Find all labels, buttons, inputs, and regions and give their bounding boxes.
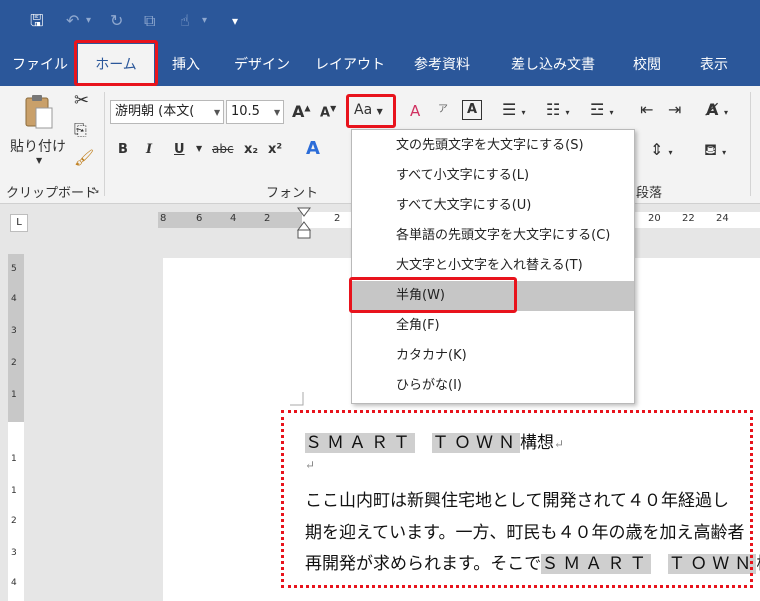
superscript-button[interactable]: x² <box>268 142 282 157</box>
ruler-number: 4 <box>230 213 237 224</box>
ruler-number: 4 <box>11 578 17 588</box>
half-width-highlight <box>349 277 517 313</box>
ruler-number: 1 <box>11 390 17 400</box>
ruler-number: 22 <box>682 213 695 224</box>
menu-item-hiragana[interactable]: ひらがな(I) <box>352 371 634 401</box>
clipboard-launcher-icon[interactable]: ↘ <box>92 186 100 196</box>
vertical-ruler[interactable]: 5 4 3 2 1 1 1 2 3 4 <box>8 254 24 601</box>
home-tab-highlight <box>74 40 158 86</box>
clear-format-icon[interactable]: A <box>410 102 420 120</box>
ruler-number: 2 <box>264 213 271 224</box>
paste-dropdown-icon[interactable]: ▼ <box>36 156 42 165</box>
change-case-highlight <box>346 94 396 128</box>
undo-dropdown-icon[interactable]: ▾ <box>86 10 91 32</box>
tab-layout[interactable]: レイアウト <box>310 44 390 86</box>
tab-design[interactable]: デザイン <box>226 44 298 86</box>
text-effects-icon[interactable]: A <box>306 138 320 159</box>
paste-icon[interactable] <box>20 92 56 132</box>
italic-button[interactable]: I <box>146 142 152 157</box>
multilevel-list-icon[interactable]: ☲ ▾ <box>590 100 613 119</box>
numbering-icon[interactable]: ☷ ▾ <box>546 100 569 119</box>
bullets-icon[interactable]: ☰ ▾ <box>502 100 525 119</box>
selection-highlight-box <box>281 410 753 588</box>
font-name-value: 游明朝 (本文( <box>115 104 195 119</box>
underline-button[interactable]: U <box>174 142 185 157</box>
clipboard-group-label: クリップボード <box>6 186 98 201</box>
ruler-number: 1 <box>11 454 17 464</box>
ruler-number: 3 <box>11 326 17 336</box>
menu-item-katakana[interactable]: カタカナ(K) <box>352 341 634 371</box>
tab-insert[interactable]: 挿入 <box>160 44 212 86</box>
body-text: 構想 <box>756 554 760 574</box>
crop-mark-icon <box>290 392 304 406</box>
ruler-number: 20 <box>648 213 661 224</box>
font-name-dropdown-icon[interactable]: ▼ <box>214 108 220 117</box>
asian-layout-icon[interactable]: A̸ ▾ <box>706 100 728 119</box>
tab-review[interactable]: 校閲 <box>622 44 672 86</box>
underline-dropdown-icon[interactable]: ▼ <box>196 144 202 153</box>
ruler-number: 1 <box>11 486 17 496</box>
ruler-number: 2 <box>11 516 17 526</box>
ruler-number: 24 <box>716 213 729 224</box>
font-name-combo[interactable]: 游明朝 (本文( <box>110 100 224 124</box>
subscript-button[interactable]: x₂ <box>244 142 258 157</box>
cut-icon[interactable]: ✂ <box>74 90 89 111</box>
line-spacing-icon[interactable]: ⇕ ▾ <box>650 140 673 159</box>
shading-icon[interactable]: ⛾ ▾ <box>704 140 726 161</box>
bold-button[interactable]: B <box>118 142 128 157</box>
menu-item-sentence-case[interactable]: 文の先頭文字を大文字にする(S) <box>352 131 634 161</box>
format-painter-icon[interactable]: ⧉ <box>144 10 155 32</box>
tab-view[interactable]: 表示 <box>688 44 740 86</box>
separator <box>104 92 105 196</box>
tab-mailings[interactable]: 差し込み文書 <box>498 44 608 86</box>
font-group-label: フォント <box>266 186 319 201</box>
paste-button[interactable]: 貼り付け <box>10 136 66 156</box>
tab-file[interactable]: ファイル <box>6 44 74 86</box>
paragraph-group-label: 段落 <box>636 186 663 201</box>
undo-icon[interactable]: ↶ <box>66 10 79 32</box>
change-case-menu: 文の先頭文字を大文字にする(S) すべて小文字にする(L) すべて大文字にする(… <box>351 129 635 404</box>
strikethrough-button[interactable]: abc <box>212 142 234 156</box>
ruler-number: 4 <box>11 294 17 304</box>
indent-marker-icon[interactable] <box>297 206 311 240</box>
font-size-dropdown-icon[interactable]: ▼ <box>274 108 280 117</box>
phonetic-guide-icon[interactable]: ア <box>438 100 448 115</box>
ruler-number: 6 <box>196 213 203 224</box>
ruler-number: 2 <box>334 213 341 224</box>
touch-dropdown-icon[interactable]: ▾ <box>202 10 207 32</box>
save-icon[interactable]: 🖫 <box>30 10 44 32</box>
ruler-number: 3 <box>11 548 17 558</box>
increase-indent-icon[interactable]: ⇥ <box>668 100 681 119</box>
menu-item-lowercase[interactable]: すべて小文字にする(L) <box>352 161 634 191</box>
shrink-font-icon[interactable]: A▼ <box>320 104 336 120</box>
separator <box>750 92 751 196</box>
ruler-number: 5 <box>11 264 17 274</box>
menu-item-capitalize-each-word[interactable]: 各単語の先頭文字を大文字にする(C) <box>352 221 634 251</box>
copy-icon[interactable]: ⎘ <box>74 120 87 140</box>
decrease-indent-icon[interactable]: ⇤ <box>640 100 653 119</box>
tab-references[interactable]: 参考資料 <box>404 44 480 86</box>
menu-item-full-width[interactable]: 全角(F) <box>352 311 634 341</box>
ruler-number: 2 <box>11 358 17 368</box>
ruler-number: 8 <box>160 213 167 224</box>
tab-selector-button[interactable]: L <box>10 214 28 232</box>
customize-qat-icon[interactable]: ▾ <box>232 10 238 32</box>
char-border-icon[interactable]: A <box>462 100 482 120</box>
grow-font-icon[interactable]: A▲ <box>292 102 311 121</box>
title-bar: 🖫 ↶ ▾ ↻ ⧉ ☝ ▾ ▾ <box>0 0 760 44</box>
touch-mode-icon[interactable]: ☝ <box>180 10 190 32</box>
menu-item-uppercase[interactable]: すべて大文字にする(U) <box>352 191 634 221</box>
format-brush-icon[interactable]: 🖌 <box>74 148 94 167</box>
redo-icon[interactable]: ↻ <box>110 10 123 32</box>
font-size-value: 10.5 <box>231 104 260 119</box>
